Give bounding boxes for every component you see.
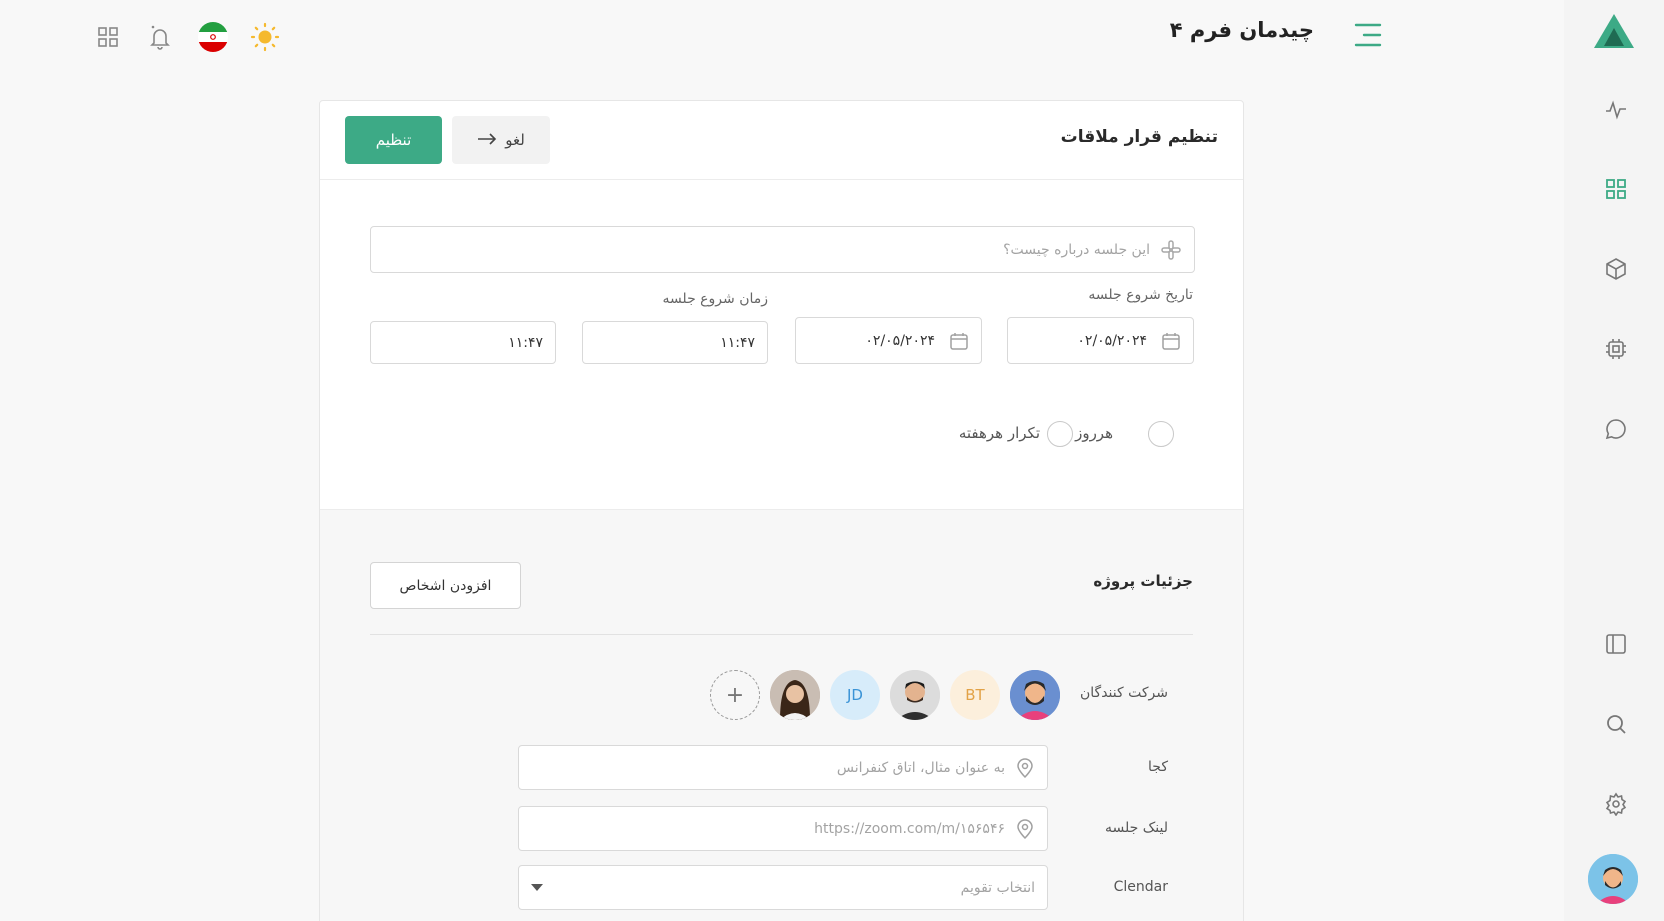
set-button[interactable]: تنظیم <box>345 116 442 164</box>
box-icon[interactable] <box>1602 255 1630 283</box>
apps-grid-icon[interactable] <box>93 22 123 52</box>
radio-weekly-label: تکرار هرهفته <box>958 424 1040 442</box>
participants-label: شرکت کنندگان <box>1080 685 1168 701</box>
end-time-value: ۱۱:۴۷ <box>508 334 543 351</box>
appointment-card: تنظیم قرار ملاقات لغو تنظیم این جلسه درب… <box>319 100 1244 921</box>
meeting-link-label: لینک جلسه <box>1105 820 1168 836</box>
participant-avatar-bearded-man[interactable] <box>1010 670 1060 720</box>
participant-avatar-jd[interactable]: JD <box>830 670 880 720</box>
project-details-section: جزئیات پروژه افزودن اشخاص شرکت کنندگان B… <box>320 509 1243 921</box>
participant-avatar-woman[interactable] <box>770 670 820 720</box>
dashboard-grid-icon[interactable] <box>1602 175 1630 203</box>
sidebar <box>1564 0 1664 921</box>
section-divider <box>370 634 1193 635</box>
chat-icon[interactable] <box>1602 415 1630 443</box>
calendar-select[interactable]: انتخاب تقویم <box>518 865 1048 910</box>
activity-icon[interactable] <box>1602 96 1630 124</box>
menu-toggle-icon[interactable] <box>1354 22 1382 48</box>
where-label: کجا <box>1148 759 1168 775</box>
calendar-placeholder: انتخاب تقویم <box>960 879 1035 896</box>
language-flag-iran-icon[interactable] <box>197 21 229 53</box>
end-date-value: ۰۲/۰۵/۲۰۲۴ <box>865 332 935 349</box>
radio-weekly[interactable] <box>1047 421 1073 447</box>
sidebar-toggle-icon[interactable] <box>1602 630 1630 658</box>
card-header: تنظیم قرار ملاقات لغو تنظیم <box>320 101 1243 180</box>
about-input[interactable]: این جلسه درباره چیست؟ <box>370 226 1195 273</box>
participant-initials: JD <box>847 686 863 704</box>
theme-sun-icon[interactable] <box>250 22 280 52</box>
end-time-input[interactable]: ۱۱:۴۷ <box>370 321 556 364</box>
notification-bell-icon[interactable] <box>145 22 175 52</box>
arrow-right-icon <box>477 131 497 149</box>
start-date-label: تاریخ شروع جلسه <box>1088 287 1193 303</box>
chevron-down-icon <box>531 883 543 892</box>
start-time-input[interactable]: ۱۱:۴۷ <box>582 321 768 364</box>
end-date-input[interactable]: ۰۲/۰۵/۲۰۲۴ <box>795 317 982 364</box>
add-people-button[interactable]: افزودن اشخاص <box>370 562 521 609</box>
where-input[interactable]: به عنوان مثال، اتاق کنفرانس <box>518 745 1048 790</box>
radio-daily[interactable] <box>1148 421 1174 447</box>
cancel-label: لغو <box>505 131 525 149</box>
chip-icon[interactable] <box>1602 335 1630 363</box>
where-placeholder: به عنوان مثال، اتاق کنفرانس <box>836 759 1005 776</box>
card-title: تنظیم قرار ملاقات <box>1060 127 1218 147</box>
add-participant-button[interactable]: + <box>710 670 760 720</box>
meeting-link-input[interactable]: https://zoom.com/m/۱۵۶۵۴۶ <box>518 806 1048 851</box>
participant-avatar-man[interactable] <box>890 670 940 720</box>
project-details-title: جزئیات پروژه <box>1093 572 1193 590</box>
location-pin-icon <box>1015 757 1035 779</box>
slack-icon <box>1160 239 1182 261</box>
app-logo[interactable] <box>1592 12 1636 52</box>
calendar-icon <box>1161 331 1181 351</box>
calendar-icon <box>949 331 969 351</box>
plus-icon: + <box>725 682 745 708</box>
calendar-label: Clendar <box>1113 879 1168 895</box>
meeting-link-placeholder: https://zoom.com/m/۱۵۶۵۴۶ <box>814 820 1005 837</box>
page-title: چیدمان فرم ۴ <box>1169 18 1314 42</box>
about-placeholder: این جلسه درباره چیست؟ <box>1003 241 1150 258</box>
participant-initials: BT <box>965 686 985 704</box>
start-date-input[interactable]: ۰۲/۰۵/۲۰۲۴ <box>1007 317 1194 364</box>
start-date-value: ۰۲/۰۵/۲۰۲۴ <box>1077 332 1147 349</box>
search-icon[interactable] <box>1602 710 1630 738</box>
radio-daily-label: هرروز <box>1075 424 1113 442</box>
participant-avatar-bt[interactable]: BT <box>950 670 1000 720</box>
location-pin-icon <box>1015 818 1035 840</box>
start-time-label: زمان شروع جلسه <box>662 291 768 307</box>
user-avatar[interactable] <box>1588 854 1638 904</box>
settings-gear-icon[interactable] <box>1602 790 1630 818</box>
start-time-value: ۱۱:۴۷ <box>720 334 755 351</box>
cancel-button[interactable]: لغو <box>452 116 550 164</box>
